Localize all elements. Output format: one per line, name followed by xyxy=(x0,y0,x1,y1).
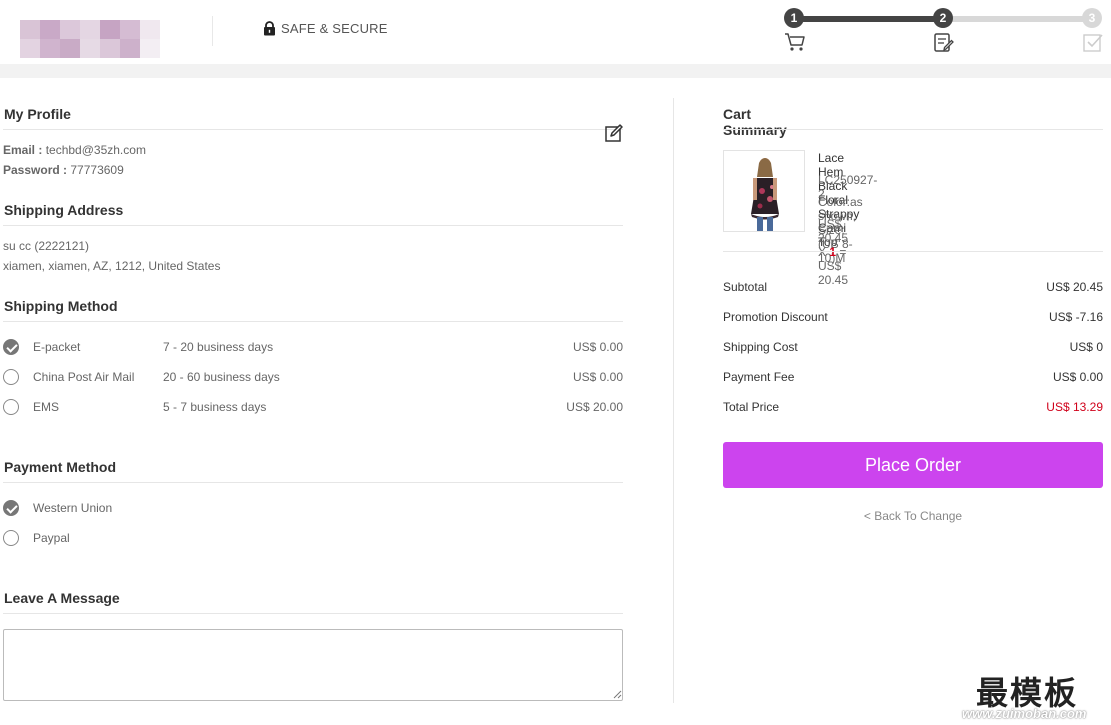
checkbox-done-icon xyxy=(1083,34,1103,52)
shipping-radio-china-post[interactable] xyxy=(3,369,19,385)
shipping-option-name: E-packet xyxy=(33,340,81,354)
order-form-icon xyxy=(934,33,954,52)
message-textarea[interactable] xyxy=(3,629,623,701)
shipping-option-name: EMS xyxy=(33,400,60,414)
shipping-method-title: Shipping Method xyxy=(4,298,118,314)
progress-line-complete xyxy=(792,16,944,22)
watermark-logo: 最模板 www.zuimoban.com xyxy=(962,668,1111,725)
payment-option-name: Paypal xyxy=(33,531,70,545)
progress-line-pending xyxy=(944,16,1094,22)
shipping-radio-ems[interactable] xyxy=(3,399,19,415)
summary-value: US$ 0.00 xyxy=(1052,370,1103,384)
payment-option-paypal[interactable]: Paypal xyxy=(3,529,623,549)
summary-subtotal: Subtotal US$ 20.45 xyxy=(723,280,1103,296)
site-logo[interactable] xyxy=(20,20,160,58)
summary-payment-fee: Payment Fee US$ 0.00 xyxy=(723,370,1103,386)
payment-option-western-union[interactable]: Western Union xyxy=(3,499,623,519)
step-2-badge: 2 xyxy=(933,8,953,28)
header-band xyxy=(0,64,1111,78)
leave-message-title: Leave A Message xyxy=(4,590,120,606)
shipping-option-epacket[interactable]: E-packet 7 - 20 business days US$ 0.00 xyxy=(3,338,623,358)
shipping-option-ems[interactable]: EMS 5 - 7 business days US$ 20.00 xyxy=(3,398,623,418)
product-price-line: US$ 20.45 X 1 = US$ 20.45 xyxy=(818,217,848,287)
watermark-url: www.zuimoban.com xyxy=(962,706,1087,721)
shipping-radio-epacket[interactable] xyxy=(3,339,19,355)
summary-value: US$ 20.45 xyxy=(1046,280,1103,294)
profile-password: Password : 77773609 xyxy=(3,163,124,177)
email-value: techbd@35zh.com xyxy=(45,143,146,157)
summary-value: US$ -7.16 xyxy=(1048,310,1103,324)
payment-method-title: Payment Method xyxy=(4,459,117,475)
section-divider xyxy=(723,129,1103,130)
column-divider xyxy=(673,98,674,703)
step-3-badge: 3 xyxy=(1082,8,1102,28)
summary-label: Total Price xyxy=(723,400,780,414)
cart-icon xyxy=(785,33,805,51)
checkout-header: SAFE & SECURE 1 2 3 xyxy=(0,0,1111,64)
summary-total-price: Total Price US$ 13.29 xyxy=(723,400,1103,416)
section-divider xyxy=(723,251,1103,252)
product-quantity: 1 xyxy=(829,245,837,259)
shipping-option-price: US$ 20.00 xyxy=(566,400,623,414)
shipping-option-days: 20 - 60 business days xyxy=(163,370,280,384)
shipping-option-days: 7 - 20 business days xyxy=(163,340,274,354)
back-to-change-link[interactable]: < Back To Change xyxy=(723,509,1103,523)
summary-promotion-discount: Promotion Discount US$ -7.16 xyxy=(723,310,1103,326)
product-thumbnail[interactable] xyxy=(723,150,805,232)
my-profile-title: My Profile xyxy=(4,106,71,122)
section-divider xyxy=(3,482,623,483)
section-divider xyxy=(3,225,623,226)
shipping-option-china-post[interactable]: China Post Air Mail 20 - 60 business day… xyxy=(3,368,623,388)
summary-label: Subtotal xyxy=(723,280,768,294)
summary-value: US$ 0 xyxy=(1069,340,1103,354)
lock-icon xyxy=(264,21,275,36)
cart-summary-title: Cart Summary xyxy=(723,106,787,138)
header-divider xyxy=(212,16,213,46)
safe-secure-label: SAFE & SECURE xyxy=(281,21,388,36)
payment-radio-paypal[interactable] xyxy=(3,530,19,546)
profile-email: Email : techbd@35zh.com xyxy=(3,143,146,157)
shipping-option-name: China Post Air Mail xyxy=(33,370,135,384)
product-photo-icon xyxy=(724,151,804,231)
step-1-badge: 1 xyxy=(784,8,804,28)
address-line: xiamen, xiamen, AZ, 1212, United States xyxy=(3,259,221,273)
summary-label: Promotion Discount xyxy=(723,310,828,324)
password-label: Password : xyxy=(3,163,68,177)
edit-address-icon[interactable] xyxy=(604,123,624,143)
summary-shipping-cost: Shipping Cost US$ 0 xyxy=(723,340,1103,356)
payment-option-name: Western Union xyxy=(33,501,113,515)
place-order-button[interactable]: Place Order xyxy=(723,442,1103,488)
checkout-progress: 1 2 3 xyxy=(784,7,1104,57)
summary-label: Shipping Cost xyxy=(723,340,798,354)
shipping-address-title: Shipping Address xyxy=(4,202,124,218)
section-divider xyxy=(3,613,623,614)
resize-grip-icon[interactable] xyxy=(613,690,622,699)
safe-secure-badge: SAFE & SECURE xyxy=(263,21,388,36)
shipping-option-price: US$ 0.00 xyxy=(572,340,623,354)
summary-value: US$ 13.29 xyxy=(1046,400,1103,414)
section-divider xyxy=(3,129,623,130)
address-name: su cc (2222121) xyxy=(3,239,90,253)
summary-label: Payment Fee xyxy=(723,370,795,384)
password-value: 77773609 xyxy=(70,163,124,177)
shipping-option-days: 5 - 7 business days xyxy=(163,400,267,414)
payment-radio-western-union[interactable] xyxy=(3,500,19,516)
email-label: Email : xyxy=(3,143,43,157)
shipping-option-price: US$ 0.00 xyxy=(572,370,623,384)
section-divider xyxy=(3,321,623,322)
